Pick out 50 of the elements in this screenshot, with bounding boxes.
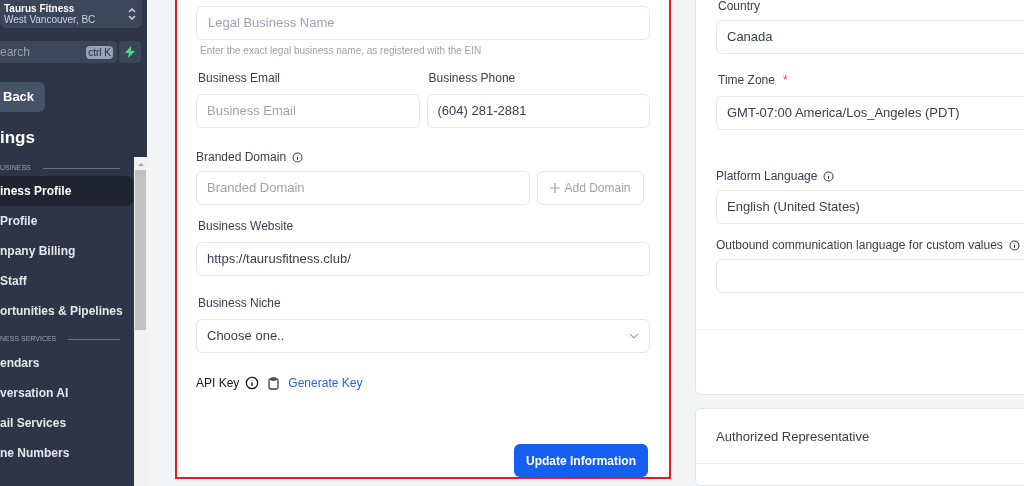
- sidebar-item[interactable]: Staff: [0, 266, 133, 296]
- search-field[interactable]: earch ctrl K: [0, 41, 117, 63]
- sidebar-item[interactable]: Profile: [0, 206, 133, 236]
- field-label: Business Niche: [198, 295, 281, 312]
- field-label: Platform Language: [716, 168, 818, 185]
- scroll-up-icon[interactable]: [137, 162, 144, 166]
- field-label: Time Zone: [718, 72, 775, 89]
- niche-select[interactable]: Choose one..: [196, 319, 650, 353]
- account-name: Taurus Fitness: [4, 3, 76, 14]
- phone-field[interactable]: (604) 281-2881: [426, 94, 650, 128]
- clipboard-icon[interactable]: [268, 376, 280, 390]
- shortcut-key: ctrl K: [86, 45, 113, 59]
- required-mark: *: [782, 72, 788, 89]
- back-button[interactable]: Back: [0, 82, 45, 112]
- outbound-language-select[interactable]: [716, 259, 1024, 293]
- lightning-icon: [125, 46, 135, 58]
- api-key-label: API Key: [196, 375, 240, 392]
- info-icon: [245, 376, 260, 390]
- country-select[interactable]: Canada: [716, 20, 1024, 54]
- website-field[interactable]: https://taurusfitness.club/: [196, 242, 650, 276]
- sidebar-item[interactable]: iness Profile: [0, 176, 133, 206]
- settings-heading: ings: [0, 128, 36, 148]
- info-icon: [292, 151, 304, 163]
- quick-action-button[interactable]: [119, 41, 141, 63]
- chevron-down-icon: [629, 333, 639, 339]
- sidebar-item[interactable]: npany Billing: [0, 236, 133, 266]
- sidebar-item[interactable]: versation AI: [0, 378, 133, 408]
- chevron-updown-icon: [128, 8, 136, 20]
- generate-key-link[interactable]: Generate Key: [288, 374, 363, 392]
- scrollbar-thumb[interactable]: [135, 170, 146, 330]
- field-label: Business Email: [198, 70, 281, 87]
- field-label: Business Phone: [428, 70, 516, 87]
- plus-icon: [550, 183, 561, 193]
- sidebar-item[interactable]: endars: [0, 348, 133, 378]
- field-hint: Enter the exact legal business name, as registered with the EIN: [200, 44, 483, 58]
- update-button[interactable]: Update Information: [514, 444, 648, 477]
- field-label: Branded Domain: [196, 149, 287, 166]
- language-select[interactable]: English (United States): [716, 190, 1024, 224]
- info-icon: [1008, 239, 1020, 251]
- info-icon: [823, 170, 835, 182]
- field-label: Country: [718, 0, 762, 13]
- sidebar-item[interactable]: ail Services: [0, 408, 133, 438]
- field-label: Outbound communication language for custom values: [716, 237, 1003, 254]
- sidebar-item[interactable]: ortunities & Pipelines: [0, 296, 133, 326]
- sidebar-item[interactable]: ne Numbers: [0, 438, 133, 468]
- account-location: West Vancouver, BC: [4, 14, 96, 25]
- field-label: Business Website: [198, 218, 294, 235]
- card-title: Authorized Representative: [716, 427, 871, 446]
- timezone-select[interactable]: GMT-07:00 America/Los_Angeles (PDT): [716, 96, 1024, 130]
- account-switcher[interactable]: Taurus Fitness West Vancouver, BC: [0, 0, 142, 28]
